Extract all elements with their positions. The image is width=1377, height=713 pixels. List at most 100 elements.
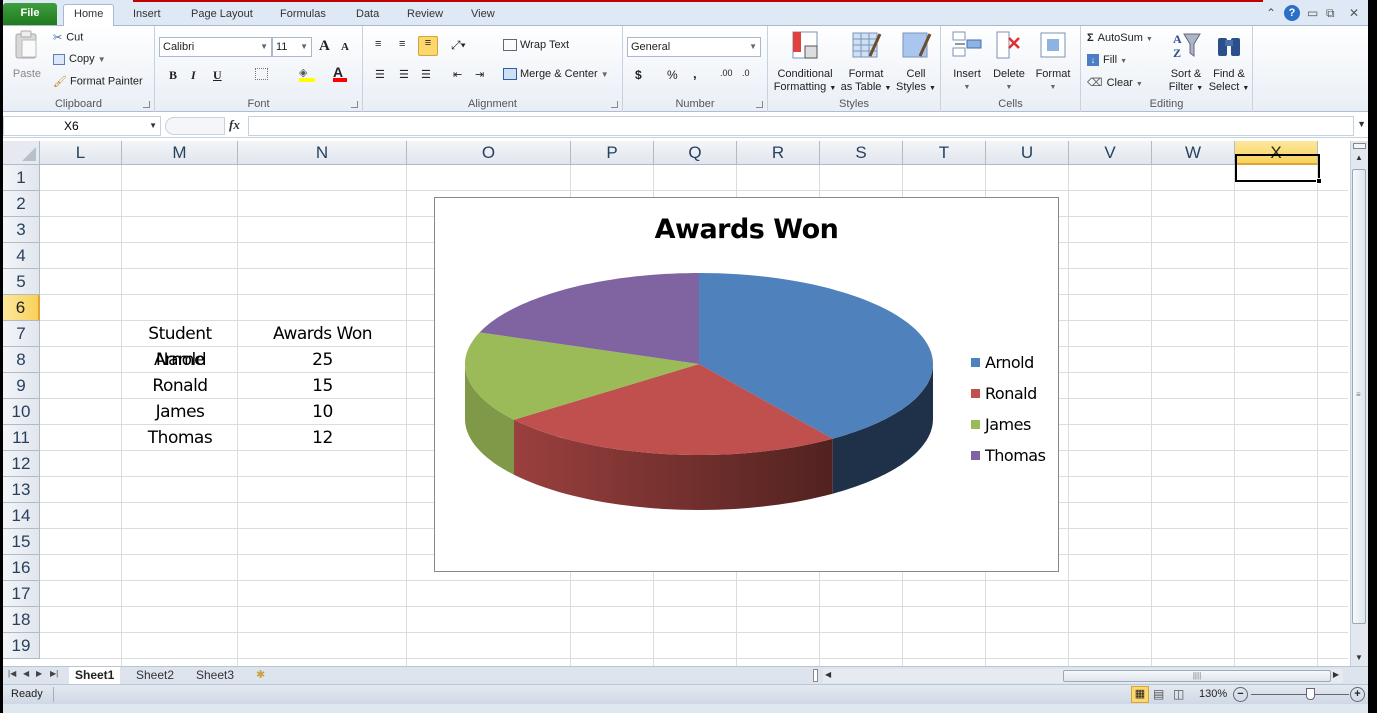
tab-data[interactable]: Data <box>346 5 389 26</box>
wrap-text-button[interactable]: Wrap Text <box>503 39 569 52</box>
font-size-select[interactable]: 11 ▼ <box>272 37 312 57</box>
row-header-6[interactable]: 6 <box>3 295 40 321</box>
increase-decimal-button[interactable]: .00 <box>720 68 733 78</box>
comma-button[interactable]: , <box>693 66 697 81</box>
legend-item-james[interactable]: James <box>971 415 1045 446</box>
help-icon[interactable]: ? <box>1284 5 1300 21</box>
insert-cells-button[interactable]: Insert ▼ <box>947 30 987 94</box>
increase-indent-button[interactable]: ⇥ <box>475 68 484 81</box>
format-cells-button[interactable]: Format ▼ <box>1031 30 1075 94</box>
autosum-button[interactable]: Σ AutoSum ▼ <box>1087 32 1153 44</box>
column-header-R[interactable]: R <box>737 141 820 165</box>
decrease-indent-button[interactable]: ⇤ <box>453 68 462 81</box>
close-window-icon[interactable]: ✕ <box>1349 6 1359 20</box>
name-box[interactable]: X6 ▼ <box>3 116 161 136</box>
scroll-right-icon[interactable]: ▶ <box>1333 670 1339 679</box>
row-header-18[interactable]: 18 <box>3 607 40 633</box>
merge-center-button[interactable]: Merge & Center ▼ <box>503 68 609 81</box>
sheet-nav-last-icon[interactable]: ▶| <box>50 669 58 678</box>
sheet-nav-next-icon[interactable]: ▶ <box>36 669 42 678</box>
grow-font-button[interactable]: A <box>319 38 330 55</box>
font-color-button[interactable]: A <box>333 64 349 82</box>
alignment-dialog-launcher[interactable] <box>611 101 618 108</box>
table-header-cell[interactable]: Awards Won <box>238 321 407 347</box>
row-header-10[interactable]: 10 <box>3 399 40 425</box>
fill-handle[interactable] <box>1316 178 1322 184</box>
find-select-button[interactable]: Find & Select ▼ <box>1207 30 1251 95</box>
column-header-T[interactable]: T <box>903 141 986 165</box>
column-header-N[interactable]: N <box>238 141 407 165</box>
bold-button[interactable]: B <box>169 68 177 83</box>
clear-button[interactable]: ⌫ Clear ▼ <box>1087 76 1143 89</box>
row-header-2[interactable]: 2 <box>3 191 40 217</box>
row-header-11[interactable]: 11 <box>3 425 40 451</box>
normal-view-button[interactable]: ▦ <box>1131 686 1149 703</box>
insert-function-icon[interactable]: fx <box>229 117 240 133</box>
pie-chart[interactable]: Awards Won Arnold Ronald James Thomas <box>434 197 1059 572</box>
orientation-button[interactable]: ⤢▾ <box>451 38 466 53</box>
formula-input[interactable] <box>248 116 1354 136</box>
borders-button[interactable] <box>255 68 268 80</box>
table-cell[interactable]: 25 <box>238 347 407 373</box>
tab-split-handle[interactable] <box>813 669 818 682</box>
underline-button[interactable]: U <box>213 68 222 83</box>
table-cell[interactable]: 12 <box>238 425 407 451</box>
zoom-slider-thumb[interactable] <box>1305 688 1315 700</box>
column-header-W[interactable]: W <box>1152 141 1235 165</box>
page-layout-view-button[interactable]: ▤ <box>1153 687 1164 701</box>
copy-dropdown-icon[interactable]: ▼ <box>98 55 106 64</box>
cell-styles-button[interactable]: Cell Styles ▼ <box>894 30 938 95</box>
tab-view[interactable]: View <box>461 5 505 26</box>
vertical-scrollbar[interactable]: ▲ ≡ ▼ <box>1350 141 1368 666</box>
delete-cells-button[interactable]: Delete ▼ <box>989 30 1029 94</box>
legend-item-ronald[interactable]: Ronald <box>971 384 1045 415</box>
split-box[interactable] <box>1353 143 1366 149</box>
zoom-level[interactable]: 130% <box>1199 688 1227 700</box>
column-header-M[interactable]: M <box>122 141 238 165</box>
tab-insert[interactable]: Insert <box>123 5 171 26</box>
tab-formulas[interactable]: Formulas <box>270 5 336 26</box>
copy-button[interactable]: Copy ▼ <box>53 53 106 65</box>
active-cell-X6[interactable] <box>1235 154 1322 184</box>
font-name-select[interactable]: Calibri ▼ <box>159 37 272 57</box>
table-header-cell[interactable]: Student Name <box>122 321 238 370</box>
minimize-ribbon-icon[interactable]: ⌃ <box>1266 6 1276 20</box>
fill-color-button[interactable]: ◈ <box>299 66 315 82</box>
currency-button[interactable]: $ <box>635 68 642 82</box>
row-header-15[interactable]: 15 <box>3 529 40 555</box>
sheet-tab-sheet2[interactable]: Sheet2 <box>130 667 180 684</box>
chevron-down-icon[interactable]: ▼ <box>149 117 157 135</box>
formula-bar-resize-handle[interactable] <box>165 117 225 135</box>
font-dialog-launcher[interactable] <box>351 101 358 108</box>
page-break-view-button[interactable]: ◫ <box>1173 687 1184 701</box>
sort-filter-button[interactable]: AZ Sort & Filter ▼ <box>1165 30 1207 95</box>
align-left-button[interactable]: ☰ <box>375 68 385 81</box>
insert-sheet-icon[interactable]: ✱ <box>256 668 265 681</box>
row-header-3[interactable]: 3 <box>3 217 40 243</box>
tab-review[interactable]: Review <box>397 5 453 26</box>
row-header-5[interactable]: 5 <box>3 269 40 295</box>
format-as-table-button[interactable]: Format as Table ▼ <box>840 30 892 95</box>
zoom-slider-track[interactable] <box>1251 694 1349 695</box>
scroll-left-icon[interactable]: ◀ <box>825 670 831 679</box>
number-format-select[interactable]: General ▼ <box>627 37 761 57</box>
sheet-nav-prev-icon[interactable]: ◀ <box>23 669 29 678</box>
row-header-9[interactable]: 9 <box>3 373 40 399</box>
italic-button[interactable]: I <box>191 68 196 83</box>
column-header-U[interactable]: U <box>986 141 1069 165</box>
minimize-window-icon[interactable]: ▭ <box>1307 6 1318 20</box>
scroll-down-icon[interactable]: ▼ <box>1355 653 1363 662</box>
sheet-nav-first-icon[interactable]: |◀ <box>8 669 16 678</box>
horizontal-scroll-thumb[interactable]: |||| <box>1063 670 1331 682</box>
restore-window-icon[interactable]: ⧉ <box>1326 6 1335 21</box>
select-all-corner[interactable] <box>3 141 40 165</box>
row-header-1[interactable]: 1 <box>3 165 40 191</box>
horizontal-scrollbar[interactable]: ◀ |||| ▶ <box>823 669 1343 683</box>
legend-item-thomas[interactable]: Thomas <box>971 446 1046 477</box>
row-header-8[interactable]: 8 <box>3 347 40 373</box>
row-header-4[interactable]: 4 <box>3 243 40 269</box>
number-dialog-launcher[interactable] <box>756 101 763 108</box>
align-top-button[interactable]: ≡ <box>375 38 381 50</box>
row-header-13[interactable]: 13 <box>3 477 40 503</box>
shrink-font-button[interactable]: A <box>341 41 349 53</box>
